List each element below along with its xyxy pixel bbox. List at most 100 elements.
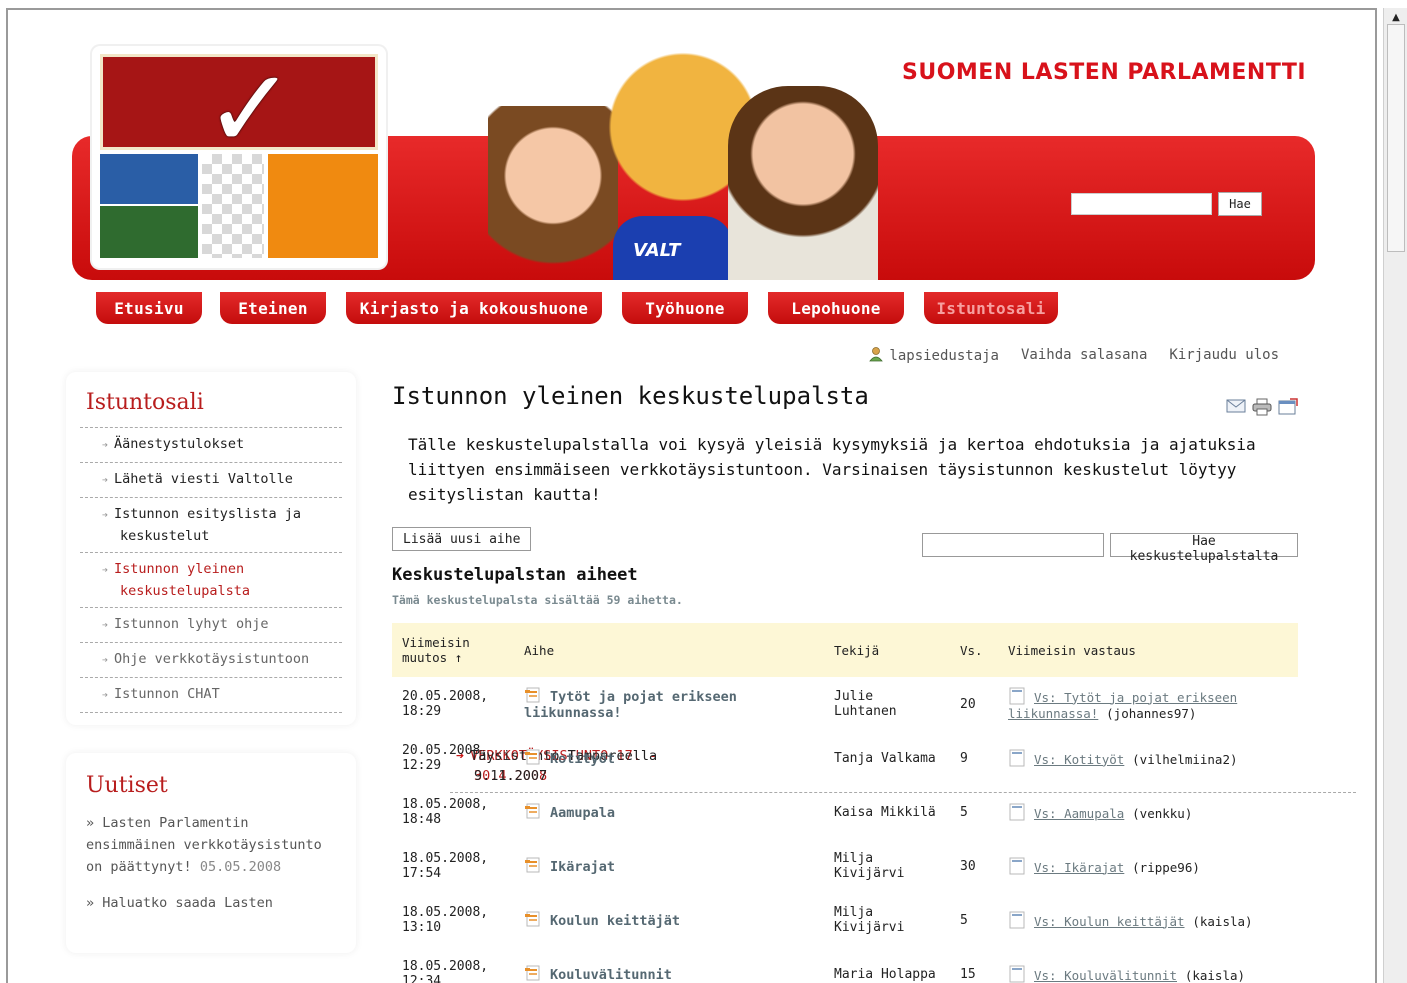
news-item-date: 05.05.2008 xyxy=(199,859,282,875)
cell-last-reply: Vs: Ikärajat (rippe96) xyxy=(998,839,1298,893)
browser-viewport: ✓ VALT SUOMEN LASTEN PARLAMENTTI Hae Etu… xyxy=(6,8,1377,983)
header-search-button[interactable]: Hae xyxy=(1218,192,1262,216)
topic-document-icon xyxy=(525,803,540,819)
topic-link[interactable]: Aamupala xyxy=(550,805,615,821)
col-last-change[interactable]: Viimeisin muutos ↑ xyxy=(392,623,514,677)
sidebar-item-label: Istunnon CHAT xyxy=(114,686,220,702)
print-icon[interactable] xyxy=(1252,398,1272,416)
scroll-thumb[interactable] xyxy=(1387,24,1405,252)
row-author: Milja Kivijärvi xyxy=(834,905,905,935)
add-topic-button[interactable]: Lisää uusi aihe xyxy=(392,527,532,551)
cell-author: Milja Kivijärvi xyxy=(824,893,950,947)
forum-search-button[interactable]: Hae keskustelupalstalta xyxy=(1110,533,1298,564)
tab-eteinen[interactable]: Eteinen xyxy=(220,292,326,324)
reply-document-icon xyxy=(1009,749,1025,766)
email-icon[interactable] xyxy=(1226,398,1246,414)
user-name: lapsiedustaja xyxy=(889,348,999,364)
scrollbar[interactable]: ▲ xyxy=(1383,8,1407,983)
small-arrow-icon: ➔ xyxy=(102,565,109,576)
tab-kirjasto[interactable]: Kirjasto ja kokoushuone xyxy=(346,292,602,324)
topic-link[interactable]: Kotityöt xyxy=(550,751,615,767)
topic-count: Tämä keskustelupalsta sisältää 59 aihett… xyxy=(392,593,683,607)
sidebar-item-laheta-viesti[interactable]: ➔ Lähetä viesti Valtolle xyxy=(80,463,342,498)
table-row: 20.05.2008, 12:29 Kotityöt Tanja Valkama 9 Vs… xyxy=(392,731,1298,785)
header-search-input[interactable] xyxy=(1071,193,1212,215)
topic-link[interactable]: Ikärajat xyxy=(550,859,615,875)
row-author: Tanja Valkama xyxy=(834,750,936,766)
topics-table: Viimeisin muutos ↑ Aihe Tekijä Vs. Viime… xyxy=(392,623,1298,983)
open-window-icon[interactable] xyxy=(1278,398,1298,416)
logout-link[interactable]: Kirjaudu ulos xyxy=(1169,347,1279,363)
change-password-link[interactable]: Vaihda salasana xyxy=(1021,347,1147,363)
cell-replies: 9 xyxy=(950,731,998,785)
row-time: 18:48 xyxy=(402,812,442,827)
cell-last-reply: Vs: Tytöt ja pojat erikseen liikunnassa!… xyxy=(998,677,1298,731)
news-item-text: » Haluatko saada Lasten xyxy=(86,895,273,911)
cell-last-change: 20.05.2008, 12:29 xyxy=(392,731,514,785)
last-reply-link[interactable]: Vs: Kotityöt xyxy=(1034,752,1124,767)
topic-document-icon xyxy=(525,687,540,703)
table-row: 18.05.2008, 17:54 Ikärajat Milja Kivijärvi 3… xyxy=(392,839,1298,893)
sidebar-title: Istuntosali xyxy=(80,382,342,428)
last-reply-link[interactable]: Vs: Ikärajat xyxy=(1034,860,1124,875)
cell-last-reply: Vs: Kouluvälitunnit (kaisla) xyxy=(998,947,1298,983)
topic-link[interactable]: Tytöt ja pojat erikseen liikunnassa! xyxy=(524,689,737,721)
sidebar-item-chat[interactable]: ➔ Istunnon CHAT xyxy=(80,678,342,713)
news-title: Uutiset xyxy=(86,773,168,798)
cell-topic: Kouluvälitunnit xyxy=(514,947,824,983)
cell-replies: 30 xyxy=(950,839,998,893)
sidebar-item-ohje[interactable]: ➔ Ohje verkkotäysistuntoon xyxy=(80,643,342,678)
sidebar-item-label-cont: keskustelut xyxy=(120,528,210,544)
cell-topic: Aamupala xyxy=(514,785,824,839)
tab-lepohuone[interactable]: Lepohuone xyxy=(768,292,904,324)
sidebar-item-label-cont: keskustelupalsta xyxy=(120,583,251,599)
tab-etusivu[interactable]: Etusivu xyxy=(96,292,202,324)
user-link[interactable]: lapsiedustaja xyxy=(869,346,999,364)
cell-replies: 5 xyxy=(950,785,998,839)
last-reply-link[interactable]: Vs: Aamupala xyxy=(1034,806,1124,821)
tab-istuntosali[interactable]: Istuntosali xyxy=(924,292,1058,324)
last-reply-link[interactable]: Vs: Koulun keittäjät xyxy=(1034,914,1185,929)
page-title: Istunnon yleinen keskustelupalsta xyxy=(392,382,869,410)
user-bar: lapsiedustaja Vaihda salasana Kirjaudu u… xyxy=(869,346,1279,364)
small-arrow-icon: ➔ xyxy=(102,475,109,486)
last-reply-link[interactable]: Vs: Kouluvälitunnit xyxy=(1034,968,1177,983)
row-replies: 15 xyxy=(960,966,976,982)
sidebar-item-esityslista[interactable]: ➔ Istunnon esityslista ja keskustelut xyxy=(80,498,342,553)
reply-author: (vilhelmiina2) xyxy=(1132,751,1238,767)
cell-last-change: 20.05.2008, 18:29 xyxy=(392,677,514,731)
reply-document-icon xyxy=(1009,687,1025,704)
cell-last-change: 18.05.2008, 17:54 xyxy=(392,839,514,893)
main-content: Istunnon yleinen keskustelupalsta Tälle … xyxy=(392,378,1298,983)
mascot-shirt-text: VALT xyxy=(633,240,681,261)
cell-author: Tanja Valkama xyxy=(824,731,950,785)
topic-link[interactable]: Koulun keittäjät xyxy=(550,913,680,929)
cell-topic: Ikärajat xyxy=(514,839,824,893)
forum-search-input[interactable] xyxy=(922,533,1104,557)
scroll-up-arrow-icon[interactable]: ▲ xyxy=(1388,10,1404,24)
reply-author: (johannes97) xyxy=(1106,705,1197,721)
logo-room-billiard xyxy=(100,154,198,204)
row-author: Kaisa Mikkilä xyxy=(834,804,936,820)
small-arrow-icon: ➔ xyxy=(102,690,109,701)
action-row: Lisää uusi aihe Hae keskustelupalstalta xyxy=(392,527,1298,564)
cell-replies: 20 xyxy=(950,677,998,731)
news-item[interactable]: » Lasten Parlamentin ensimmäinen verkkot… xyxy=(80,812,342,878)
sidebar-item-aanestystulokset[interactable]: ➔ Äänestystulokset xyxy=(80,428,342,463)
row-author: Maria Holappa xyxy=(834,966,936,982)
sidebar-item-lyhyt-ohje[interactable]: ➔ Istunnon lyhyt ohje xyxy=(80,608,342,643)
col-last-reply[interactable]: Viimeisin vastaus xyxy=(998,623,1298,677)
reply-author: (kaisla) xyxy=(1192,913,1253,929)
reply-document-icon xyxy=(1009,857,1025,874)
row-replies: 20 xyxy=(960,696,976,712)
news-item[interactable]: » Haluatko saada Lasten xyxy=(80,892,342,914)
topic-link[interactable]: Kouluvälitunnit xyxy=(550,967,672,983)
col-topic[interactable]: Aihe xyxy=(514,623,824,677)
col-replies[interactable]: Vs. xyxy=(950,623,998,677)
cell-topic: Koulun keittäjät xyxy=(514,893,824,947)
row-replies: 5 xyxy=(960,912,968,928)
tab-tyohuone[interactable]: Työhuone xyxy=(622,292,748,324)
logo[interactable]: ✓ xyxy=(92,46,386,268)
sidebar-item-keskustelupalsta[interactable]: ➔ Istunnon yleinen keskustelupalsta xyxy=(80,553,342,608)
col-author[interactable]: Tekijä xyxy=(824,623,950,677)
